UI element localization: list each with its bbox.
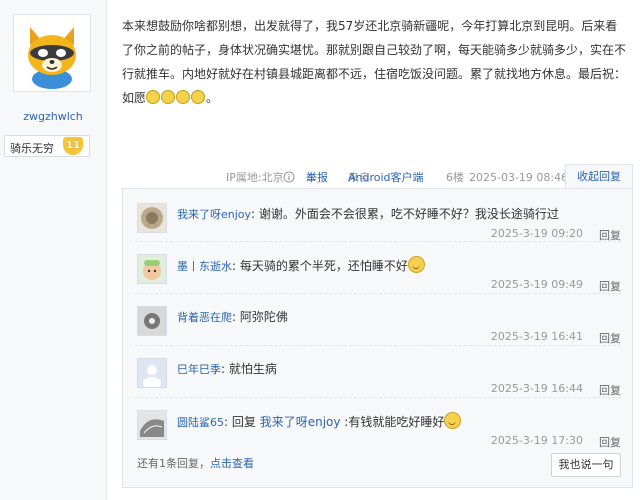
ip-location: IP属地:北京 — [226, 171, 284, 184]
reply-prefix: 回复 — [231, 415, 256, 429]
reply-line: 圆陆鲨65: 回复 我来了呀enjoy :有钱就能吃好睡好 — [177, 412, 462, 430]
smile-emoji-icon — [407, 256, 425, 273]
reply-text: 就怕生病 — [228, 362, 277, 376]
reply-line: 我来了呀enjoy: 谢谢。外面会不会很累，吃不好睡不好？我没长途骑行过 — [177, 207, 559, 221]
emoji-icon — [191, 90, 206, 104]
smile-emoji-icon — [444, 412, 462, 429]
client-link[interactable]: Android客户端 — [348, 168, 424, 188]
reply-time: 2025-3-19 16:41 — [490, 330, 583, 343]
reply-text: 谢谢。外面会不会很累，吃不好睡不好？我没长途骑行过 — [258, 207, 559, 221]
post-content: 本来想鼓励你啥都别想，出发就得了，我57岁还北京骑新疆呢，今年打算北京到昆明。后… — [122, 19, 627, 105]
more-replies: 还有1条回复，点击查看 — [137, 455, 254, 471]
info-icon[interactable] — [283, 168, 295, 188]
view-more-link[interactable]: 点击查看 — [210, 457, 254, 470]
reply-text: 阿弥陀佛 — [239, 310, 288, 324]
reply-time: 2025-3-19 09:49 — [490, 278, 583, 291]
divider — [135, 345, 621, 346]
reply-time: 2025-3-19 09:20 — [490, 227, 583, 240]
reply-button[interactable]: 回复 — [599, 434, 621, 450]
reply-avatar[interactable] — [137, 254, 167, 284]
post-datetime: 2025-03-19 08:46 — [469, 171, 569, 184]
raccoon-avatar-icon — [16, 17, 88, 89]
emoji-icon — [146, 90, 161, 104]
reply-username[interactable]: 我来了呀enjoy — [177, 208, 251, 221]
reply-avatar[interactable] — [137, 306, 167, 336]
emoji-icon — [176, 90, 191, 104]
reply-line: 背着恶在爬: 阿弥陀佛 — [177, 310, 288, 324]
author-avatar[interactable] — [13, 14, 91, 92]
reply-line: 巳年巳季: 就怕生病 — [177, 362, 277, 376]
reply-username[interactable]: 背着恶在爬 — [177, 311, 232, 324]
badge-label: 骑乐无穷 — [10, 142, 54, 155]
reply-username[interactable]: 巳年巳季 — [177, 363, 221, 376]
emoji-icon — [161, 90, 176, 104]
reply-button[interactable]: 回复 — [599, 278, 621, 294]
reply-time: 2025-3-19 16:44 — [490, 382, 583, 395]
floor-number: 6楼 — [446, 171, 464, 184]
author-column: zwgzhwlch 骑乐无穷 11 — [0, 0, 107, 500]
author-name[interactable]: zwgzhwlch — [0, 110, 106, 123]
collapse-replies-button[interactable]: 收起回复 — [565, 164, 633, 188]
reply-text: 每天骑的累个半死，还怕睡不好 — [239, 259, 408, 273]
reply-button[interactable]: 回复 — [599, 330, 621, 346]
reply-time: 2025-3-19 17:30 — [490, 434, 583, 447]
more-replies-count: 还有1条回复， — [137, 457, 210, 470]
reply-button[interactable]: 回复 — [599, 382, 621, 398]
say-something-button[interactable]: 我也说一句 — [551, 453, 621, 477]
reply-username[interactable]: 圆陆鲨65 — [177, 416, 224, 429]
report-label: 举报 — [306, 171, 328, 184]
reply-avatar[interactable] — [137, 203, 167, 233]
reply-item: 圆陆鲨65: 回复 我来了呀enjoy :有钱就能吃好睡好 2025-3-19 … — [135, 406, 621, 456]
reply-username[interactable]: 墨丨东逝水 — [177, 260, 232, 273]
author-level-badge[interactable]: 骑乐无穷 11 — [4, 135, 90, 157]
reply-line: 墨丨东逝水: 每天骑的累个半死，还怕睡不好 — [177, 256, 425, 274]
divider — [135, 241, 621, 242]
reply-target-user[interactable]: 我来了呀enjoy — [260, 415, 341, 429]
reply-avatar[interactable] — [137, 358, 167, 389]
divider — [135, 397, 621, 398]
level-number-icon: 11 — [63, 137, 83, 155]
replies-panel: 我来了呀enjoy: 谢谢。外面会不会很累，吃不好睡不好？我没长途骑行过 202… — [122, 188, 633, 488]
reply-avatar[interactable] — [137, 410, 167, 440]
post-meta: IP属地:北京 ⚠ 举报 来自 Android客户端 6楼 2025-03-19 … — [122, 168, 627, 188]
divider — [135, 293, 621, 294]
reply-text: 有钱就能吃好睡好 — [348, 415, 445, 429]
